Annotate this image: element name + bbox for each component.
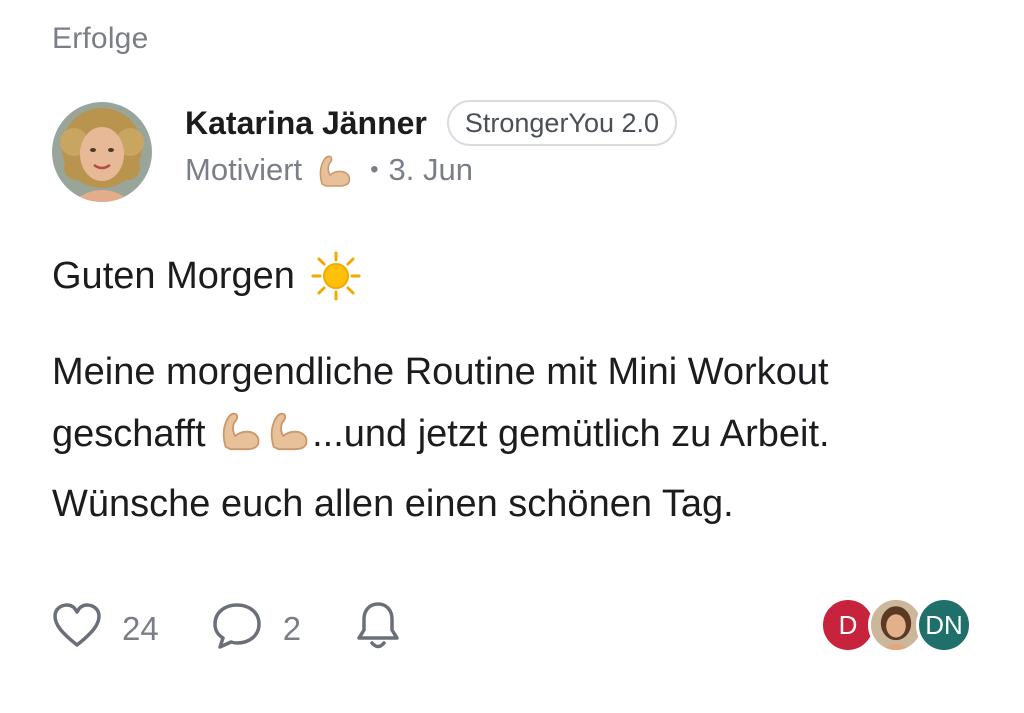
reactor-avatar[interactable]: DN [916,597,972,653]
greeting-text: Guten Morgen [52,255,295,297]
comment-button[interactable]: 2 [211,601,301,656]
flexed-biceps-icon [314,150,354,190]
comment-bubble-icon[interactable] [211,601,263,656]
post-meta: Motiviert • 3. Jun [185,150,473,190]
flexed-biceps-icon [216,406,264,473]
author-avatar[interactable] [52,102,152,202]
group-chip[interactable]: StrongerYou 2.0 [446,100,678,146]
bell-icon[interactable] [353,600,403,657]
mood-label: Motiviert [185,152,303,187]
author-row: Katarina Jänner StrongerYou 2.0 [185,100,678,146]
like-button[interactable]: 24 [52,603,159,654]
post-actions: 24 2 [52,600,455,657]
post-text: Meine morgendliche Routine mit Mini Work… [52,341,992,535]
like-count: 24 [122,609,159,647]
post-line-2a: geschafft [52,413,206,455]
sun-icon [311,251,361,301]
flexed-biceps-icon [264,406,312,473]
post-line-2b: ...und jetzt gemütlich zu Arbeit. [312,413,830,455]
reactors-list[interactable]: D DN [820,597,972,653]
post-line-1: Meine morgendliche Routine mit Mini Work… [52,351,829,393]
separator-dot: • [370,156,379,183]
heart-icon[interactable] [52,603,102,654]
category-label: Erfolge [52,22,149,55]
post-line-3: Wünsche euch allen einen schönen Tag. [52,483,734,525]
notify-button[interactable] [353,600,403,657]
post-body: Guten Morgen Meine morgendliche Routine … [52,245,992,535]
author-name[interactable]: Katarina Jänner [185,105,427,142]
comment-count: 2 [282,609,302,647]
post-date: 3. Jun [388,152,473,187]
